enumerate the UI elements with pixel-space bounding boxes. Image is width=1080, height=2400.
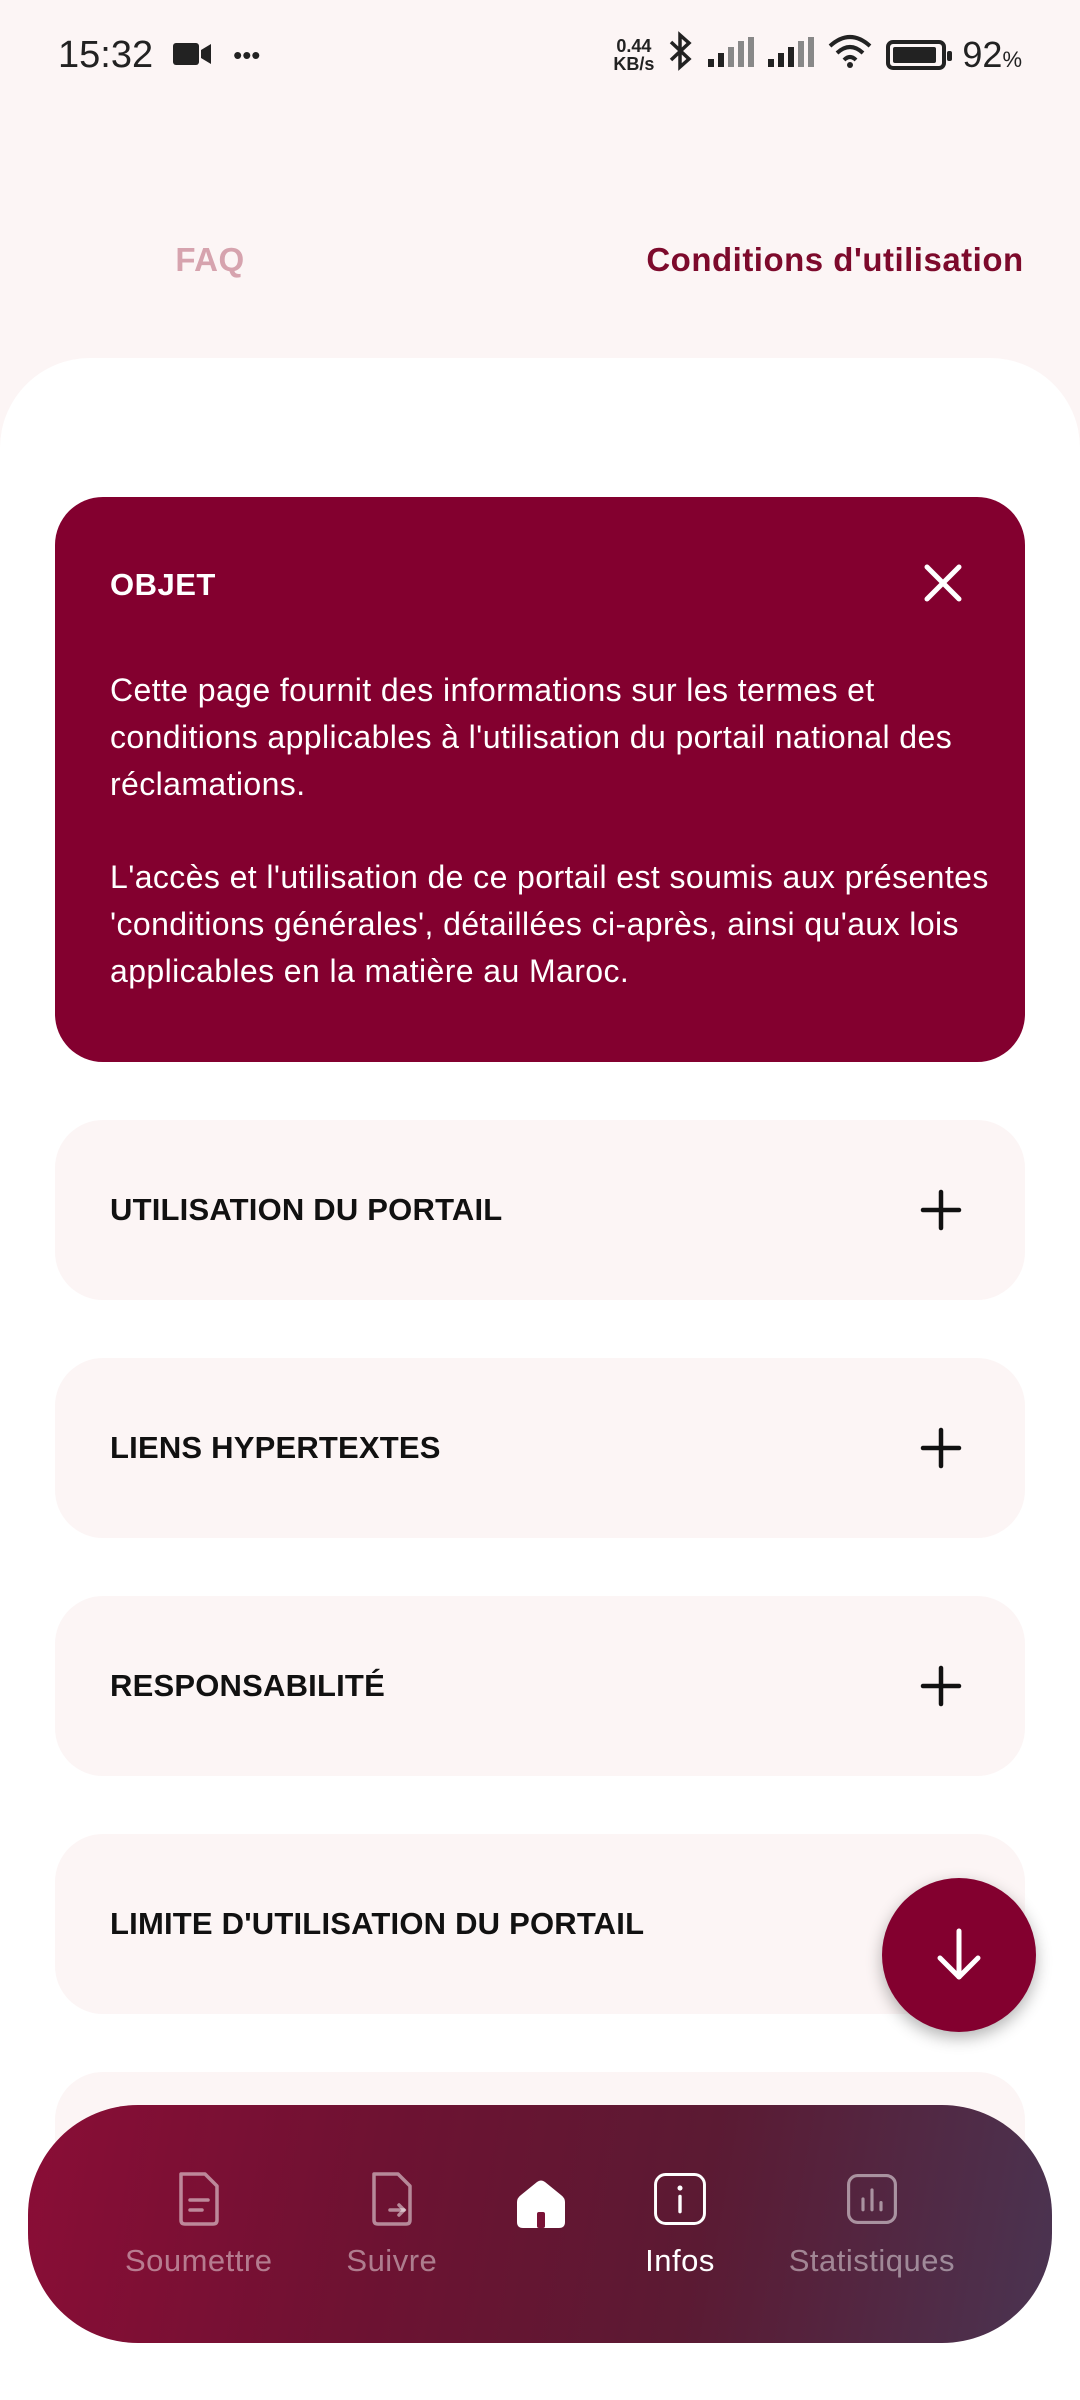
- percent-sign: %: [1002, 47, 1022, 72]
- net-speed-unit: KB/s: [613, 54, 655, 74]
- status-right: 0.44 KB/s 92%: [613, 30, 1022, 80]
- tab-faq[interactable]: FAQ: [0, 241, 480, 279]
- arrow-down-icon: [937, 1928, 981, 1980]
- accordion-label: LIENS HYPERTEXTES: [110, 1430, 441, 1465]
- accordion-item-responsabilite[interactable]: RESPONSABILITÉ: [55, 1596, 1025, 1776]
- video-camera-icon: [173, 34, 213, 77]
- bluetooth-icon: [668, 30, 694, 80]
- info-icon: [653, 2169, 707, 2229]
- more-dots: •••: [233, 39, 261, 70]
- nav-label-suivre: Suivre: [346, 2243, 438, 2278]
- nav-label-soumettre: Soumettre: [124, 2243, 273, 2278]
- accordion-item-utilisation[interactable]: UTILISATION DU PORTAIL: [55, 1120, 1025, 1300]
- bar-chart-icon: [845, 2169, 899, 2229]
- signal-icon: [768, 34, 815, 76]
- nav-suivre[interactable]: Suivre: [346, 2169, 437, 2279]
- nav-label-statistiques: Statistiques: [788, 2243, 956, 2278]
- battery-fill: [893, 47, 936, 63]
- battery-percent: 92%: [962, 34, 1022, 76]
- nav-home[interactable]: [511, 2180, 571, 2234]
- close-icon[interactable]: [921, 561, 965, 605]
- scroll-down-button[interactable]: [882, 1878, 1036, 2032]
- accordion-item-limite[interactable]: LIMITE D'UTILISATION DU PORTAIL: [55, 1834, 1025, 2014]
- nav-infos[interactable]: Infos: [645, 2169, 715, 2279]
- wifi-icon: [828, 34, 872, 77]
- objet-paragraph-2: L'accès et l'utilisation de ce portail e…: [110, 859, 989, 989]
- accordion-item-liens[interactable]: LIENS HYPERTEXTES: [55, 1358, 1025, 1538]
- bottom-navigation: Soumettre Suivre Infos Statistiques: [28, 2105, 1052, 2343]
- net-speed: 0.44 KB/s: [613, 37, 654, 73]
- nav-label-infos: Infos: [645, 2243, 715, 2278]
- accordion-label: LIMITE D'UTILISATION DU PORTAIL: [110, 1906, 645, 1941]
- tab-bar: FAQ Conditions d'utilisation: [0, 200, 1080, 320]
- objet-section-expanded: OBJET Cette page fournit des information…: [55, 497, 1025, 1062]
- tab-conditions[interactable]: Conditions d'utilisation: [565, 241, 1080, 279]
- status-left: 15:32 •••: [58, 34, 260, 77]
- signal-icon: [708, 34, 755, 76]
- battery-percent-value: 92: [962, 34, 1003, 75]
- objet-title: OBJET: [110, 567, 216, 602]
- plus-icon[interactable]: [919, 1426, 963, 1470]
- nav-statistiques[interactable]: Statistiques: [789, 2169, 955, 2279]
- nav-soumettre[interactable]: Soumettre: [125, 2169, 273, 2279]
- accordion-label: RESPONSABILITÉ: [110, 1668, 385, 1703]
- home-icon: [511, 2174, 571, 2234]
- screen: 15:32 ••• 0.44 KB/s 92% FAQ Conditions d…: [0, 0, 1080, 2400]
- plus-icon[interactable]: [919, 1188, 963, 1232]
- document-edit-icon: [172, 2169, 226, 2229]
- battery-icon: [886, 40, 953, 70]
- status-bar: 15:32 ••• 0.44 KB/s 92%: [0, 0, 1080, 110]
- battery-indicator: 92%: [886, 34, 1022, 76]
- net-speed-value: 0.44: [616, 36, 652, 56]
- status-time: 15:32: [58, 33, 154, 76]
- objet-paragraph-1: Cette page fournit des informations sur …: [110, 672, 953, 802]
- document-track-icon: [365, 2169, 419, 2229]
- objet-body: Cette page fournit des informations sur …: [110, 667, 990, 995]
- plus-icon[interactable]: [919, 1664, 963, 1708]
- accordion-label: UTILISATION DU PORTAIL: [110, 1192, 503, 1227]
